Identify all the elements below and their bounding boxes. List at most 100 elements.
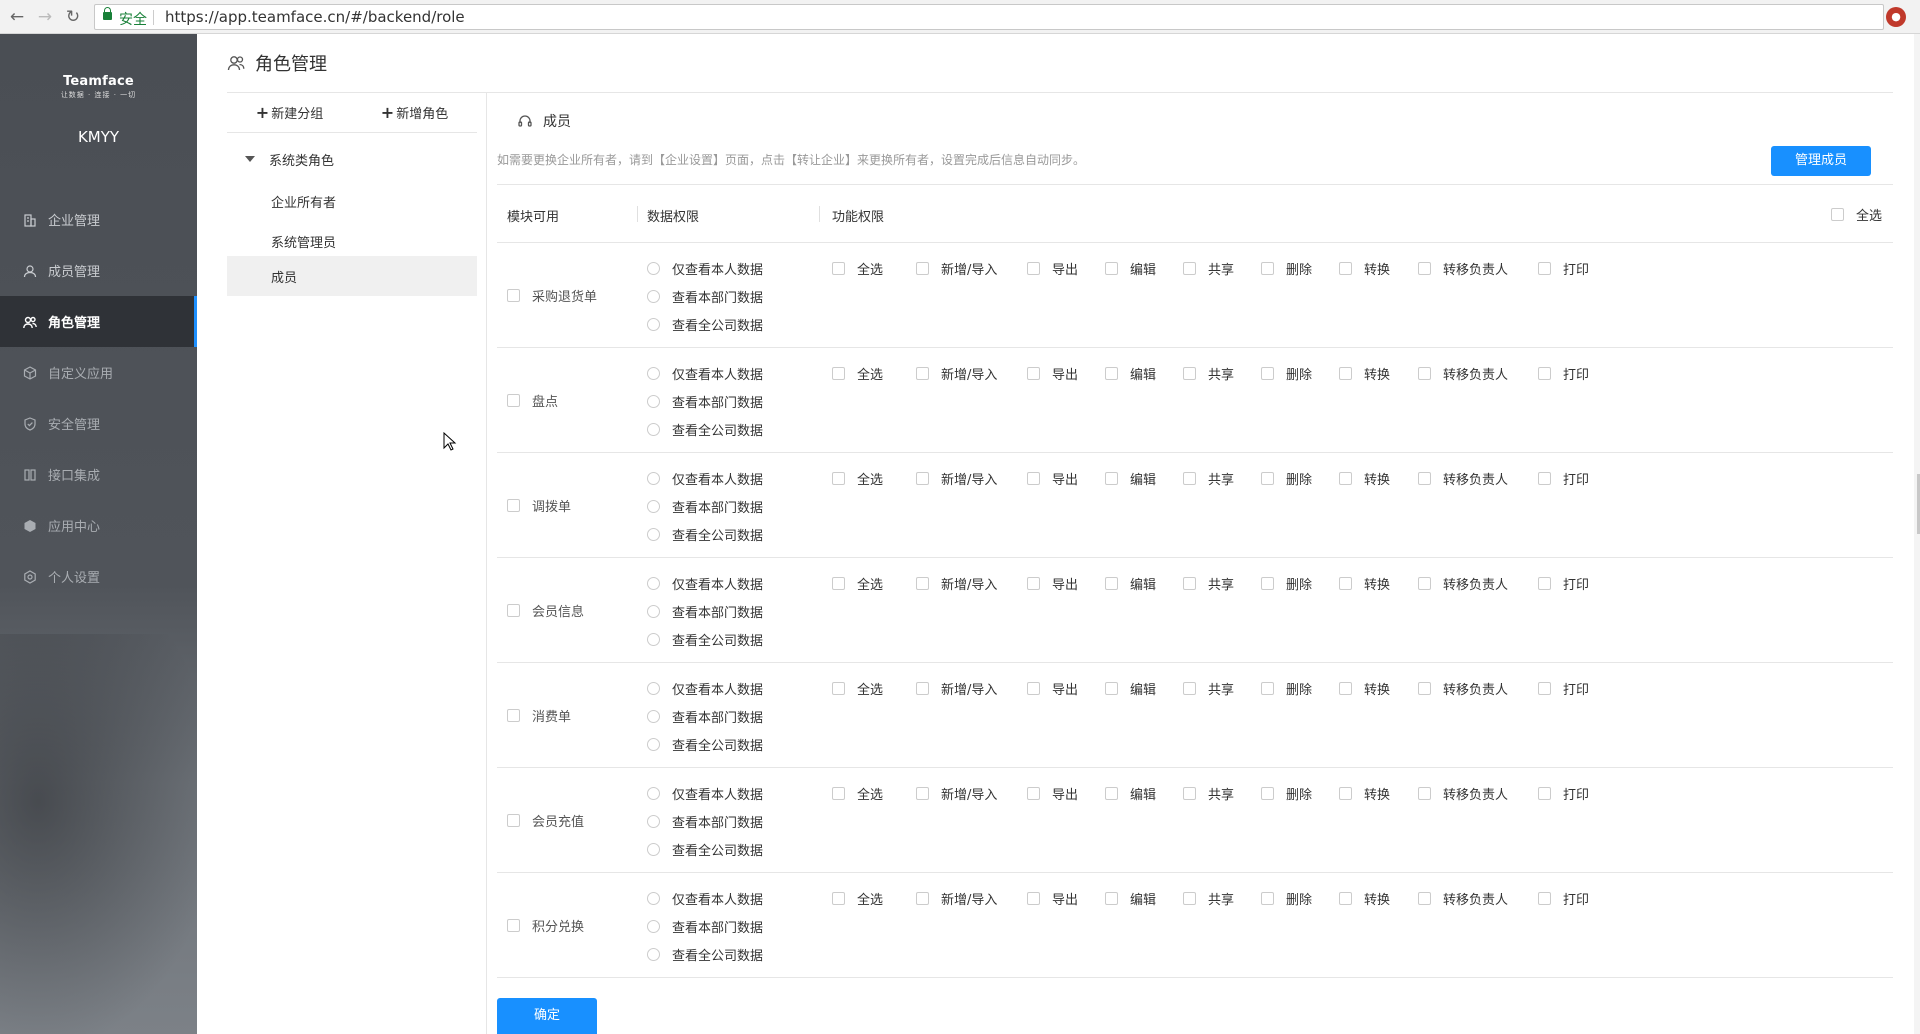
checkbox[interactable] [1538,891,1551,905]
checkbox[interactable] [1538,576,1551,590]
function-permission-checkbox[interactable]: 打印 [1538,784,1589,803]
function-permission-checkbox[interactable]: 打印 [1538,259,1589,278]
checkbox[interactable] [1418,471,1431,485]
checkbox[interactable] [1105,261,1118,275]
radio[interactable] [647,289,660,303]
checkbox[interactable] [507,603,520,617]
confirm-button[interactable]: 确定 [497,998,597,1034]
data-permission-radio[interactable]: 查看本部门数据 [647,912,763,940]
sidebar-item-security[interactable]: 安全管理 [0,398,197,449]
caret-down-icon[interactable] [245,156,255,162]
scrollbar[interactable] [1914,34,1920,1034]
function-permission-checkbox[interactable]: 新增/导入 [916,259,997,278]
checkbox[interactable] [1538,471,1551,485]
function-permission-checkbox[interactable]: 共享 [1183,364,1234,383]
function-permission-checkbox[interactable]: 打印 [1538,889,1589,908]
function-permission-checkbox[interactable]: 打印 [1538,364,1589,383]
function-permission-checkbox[interactable]: 导出 [1027,364,1078,383]
reload-icon[interactable]: ↻ [62,6,84,28]
checkbox[interactable] [1261,891,1274,905]
function-permission-checkbox[interactable]: 全选 [832,259,883,278]
radio[interactable] [647,394,660,408]
sidebar-item-integration[interactable]: 接口集成 [0,449,197,500]
checkbox[interactable] [1418,891,1431,905]
function-permission-checkbox[interactable]: 删除 [1261,364,1312,383]
data-permission-radio[interactable]: 查看本部门数据 [647,282,763,310]
checkbox[interactable] [916,681,929,695]
checkbox[interactable] [1105,366,1118,380]
function-permission-checkbox[interactable]: 编辑 [1105,574,1156,593]
radio[interactable] [647,947,660,961]
data-permission-radio[interactable]: 查看本部门数据 [647,492,763,520]
checkbox[interactable] [1418,261,1431,275]
checkbox[interactable] [916,366,929,380]
function-permission-checkbox[interactable]: 共享 [1183,784,1234,803]
radio[interactable] [647,737,660,751]
checkbox[interactable] [1183,576,1196,590]
manage-members-button[interactable]: 管理成员 [1771,146,1871,176]
checkbox[interactable] [1418,366,1431,380]
checkbox[interactable] [916,576,929,590]
function-permission-checkbox[interactable]: 转换 [1339,784,1390,803]
function-permission-checkbox[interactable]: 删除 [1261,574,1312,593]
data-permission-radio[interactable]: 仅查看本人数据 [647,884,763,912]
role-item-member[interactable]: 成员 [227,256,477,296]
function-permission-checkbox[interactable]: 共享 [1183,679,1234,698]
role-item-admin[interactable]: 系统管理员 [227,221,477,261]
checkbox[interactable] [1027,366,1040,380]
function-permission-checkbox[interactable]: 导出 [1027,679,1078,698]
function-permission-checkbox[interactable]: 编辑 [1105,259,1156,278]
checkbox[interactable] [832,681,845,695]
add-group-button[interactable]: + 新建分组 [227,103,352,122]
data-permission-radio[interactable]: 查看全公司数据 [647,520,763,548]
function-permission-checkbox[interactable]: 全选 [832,574,883,593]
address-bar[interactable]: 安全 https://app.teamface.cn/#/backend/rol… [94,4,1884,30]
function-permission-checkbox[interactable]: 转移负责人 [1418,469,1508,488]
checkbox[interactable] [1183,471,1196,485]
radio[interactable] [647,261,660,275]
data-permission-radio[interactable]: 仅查看本人数据 [647,569,763,597]
function-permission-checkbox[interactable]: 导出 [1027,784,1078,803]
checkbox[interactable] [1339,681,1352,695]
checkbox[interactable] [1183,261,1196,275]
radio[interactable] [647,709,660,723]
checkbox[interactable] [916,471,929,485]
checkbox[interactable] [1261,786,1274,800]
function-permission-checkbox[interactable]: 编辑 [1105,679,1156,698]
checkbox[interactable] [1027,786,1040,800]
module-enable-checkbox[interactable]: 会员充值 [507,768,584,872]
radio[interactable] [647,471,660,485]
function-permission-checkbox[interactable]: 导出 [1027,574,1078,593]
checkbox[interactable] [832,261,845,275]
checkbox[interactable] [916,786,929,800]
checkbox[interactable] [1418,576,1431,590]
checkbox[interactable] [1538,681,1551,695]
checkbox[interactable] [507,918,520,932]
function-permission-checkbox[interactable]: 新增/导入 [916,679,997,698]
checkbox[interactable] [1261,681,1274,695]
function-permission-checkbox[interactable]: 导出 [1027,889,1078,908]
data-permission-radio[interactable]: 查看全公司数据 [647,415,763,443]
radio[interactable] [647,842,660,856]
radio[interactable] [647,891,660,905]
data-permission-radio[interactable]: 查看全公司数据 [647,310,763,338]
data-permission-radio[interactable]: 仅查看本人数据 [647,464,763,492]
radio[interactable] [647,786,660,800]
function-permission-checkbox[interactable]: 编辑 [1105,889,1156,908]
function-permission-checkbox[interactable]: 编辑 [1105,784,1156,803]
checkbox[interactable] [1339,471,1352,485]
checkbox[interactable] [832,471,845,485]
checkbox[interactable] [507,288,520,302]
function-permission-checkbox[interactable]: 全选 [832,364,883,383]
checkbox[interactable] [1339,891,1352,905]
checkbox[interactable] [1105,681,1118,695]
sidebar-item-roles[interactable]: 角色管理 [0,296,197,347]
checkbox[interactable] [1831,208,1844,221]
function-permission-checkbox[interactable]: 全选 [832,889,883,908]
module-enable-checkbox[interactable]: 积分兑换 [507,873,584,977]
function-permission-checkbox[interactable]: 转移负责人 [1418,259,1508,278]
function-permission-checkbox[interactable]: 共享 [1183,889,1234,908]
radio[interactable] [647,681,660,695]
data-permission-radio[interactable]: 查看本部门数据 [647,702,763,730]
sidebar-item-app-center[interactable]: 应用中心 [0,500,197,551]
